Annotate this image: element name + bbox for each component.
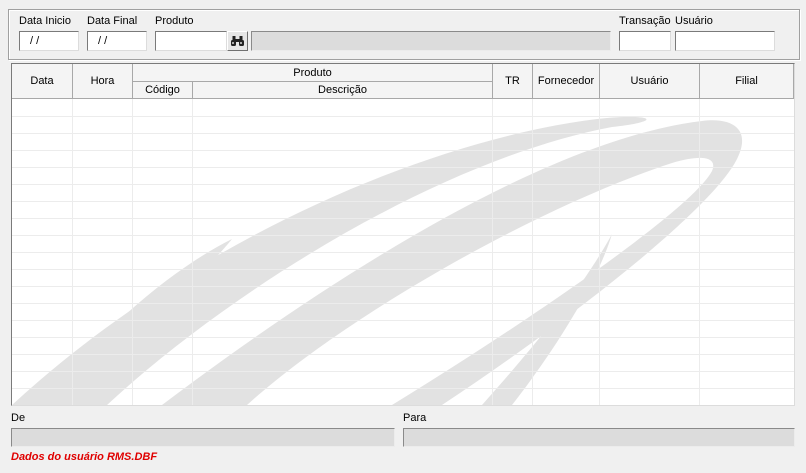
column-header-tr[interactable]: TR [493,64,533,99]
binoculars-icon [230,35,245,47]
window-body: { "filters": { "date_start": {"label": "… [0,0,806,473]
product-description-field [251,31,611,51]
column-header-product-description[interactable]: Descrição [193,82,493,99]
results-grid[interactable]: Data Hora Produto Código Descrição TR Fo… [11,63,795,406]
column-header-user[interactable]: Usuário [600,64,700,99]
from-label: De [11,412,26,424]
product-code-field[interactable] [155,31,227,51]
date-start-label: Data Inicio [19,15,71,27]
product-search-button[interactable] [227,31,248,51]
transaction-field[interactable] [619,31,671,51]
from-field [11,428,395,447]
column-header-product-group: Produto [133,64,493,82]
column-header-time[interactable]: Hora [73,64,133,99]
product-label: Produto [155,15,194,27]
column-header-product-code[interactable]: Código [133,82,193,99]
user-field[interactable] [675,31,775,51]
to-field [403,428,795,447]
column-header-supplier[interactable]: Fornecedor [533,64,600,99]
status-message: Dados do usuário RMS.DBF [11,451,158,463]
date-end-label: Data Final [87,15,138,27]
date-end-field[interactable]: / / [87,31,147,51]
to-label: Para [403,412,427,424]
transaction-label: Transação [619,15,671,27]
column-header-date[interactable]: Data [12,64,73,99]
column-header-branch[interactable]: Filial [700,64,794,99]
date-start-field[interactable]: / / [19,31,79,51]
user-label: Usuário [675,15,713,27]
